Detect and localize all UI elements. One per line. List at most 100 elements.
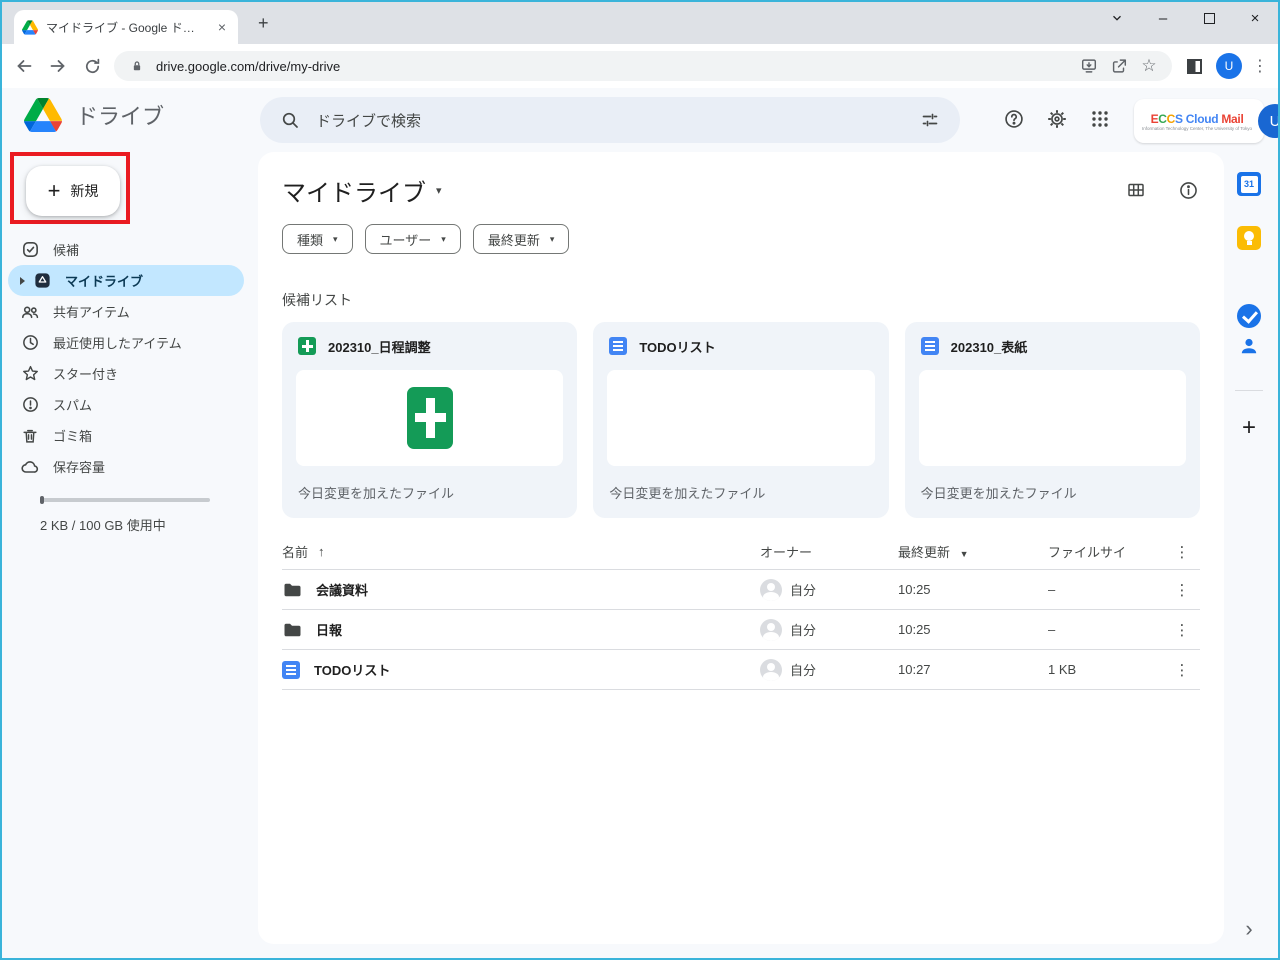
search-input[interactable]: ドライブで検索 [316, 110, 904, 131]
forward-icon[interactable] [46, 54, 70, 78]
browser-tab[interactable]: マイドライブ - Google ドライブ × [14, 10, 238, 44]
url-text: drive.google.com/drive/my-drive [156, 59, 1070, 74]
tasks-icon[interactable] [1237, 304, 1261, 328]
sheets-logo-large [407, 387, 453, 449]
filter-chips: 種類 ▾ ユーザー ▾ 最終更新 ▾ [282, 224, 1200, 254]
sidebar-item-recent[interactable]: 最近使用したアイテム [2, 327, 244, 358]
owner-avatar [760, 579, 782, 601]
sidebar-item-starred[interactable]: スター付き [2, 358, 244, 389]
suggestion-card[interactable]: 202310_表紙 今日変更を加えたファイル [905, 322, 1200, 518]
address-bar[interactable]: drive.google.com/drive/my-drive ☆ [114, 51, 1172, 81]
window-close-button[interactable]: × [1232, 2, 1278, 34]
info-icon[interactable] [1176, 178, 1200, 202]
browser-menu-icon[interactable]: ⋮ [1252, 56, 1268, 76]
lock-icon [126, 55, 148, 77]
drive-search-bar[interactable]: ドライブで検索 [260, 97, 960, 143]
sidebar-item-trash[interactable]: ゴミ箱 [2, 420, 244, 451]
trash-icon [20, 426, 40, 446]
expand-caret-icon[interactable] [20, 277, 25, 285]
sidebar-item-storage[interactable]: 保存容量 [2, 451, 244, 482]
sheets-file-icon [298, 337, 316, 355]
help-icon[interactable] [1002, 107, 1026, 131]
reload-icon[interactable] [80, 54, 104, 78]
filter-chip-type[interactable]: 種類 ▾ [282, 224, 353, 254]
window-maximize-button[interactable] [1186, 2, 1232, 34]
drive-logo-icon [24, 98, 62, 132]
star-icon [20, 364, 40, 384]
collapse-panel-icon[interactable]: › [1245, 920, 1252, 938]
share-icon[interactable] [1108, 55, 1130, 77]
row-more-icon[interactable]: ⋮ [1164, 581, 1200, 599]
new-button[interactable]: + 新規 [26, 166, 120, 216]
keep-icon[interactable] [1237, 226, 1261, 250]
column-owner[interactable]: オーナー [760, 542, 898, 561]
storage-progress-bar [40, 498, 210, 502]
sidebar-item-suggested[interactable]: 候補 [2, 234, 244, 265]
people-icon [20, 302, 40, 322]
sidebar-item-shared[interactable]: 共有アイテム [2, 296, 244, 327]
sidebar-item-spam[interactable]: スパム [2, 389, 244, 420]
owner-avatar [760, 659, 782, 681]
table-header-row: 名前 ↑ オーナー 最終更新 ▼ ファイルサイ ⋮ [282, 534, 1200, 570]
row-more-icon[interactable]: ⋮ [1164, 661, 1200, 679]
install-icon[interactable] [1078, 55, 1100, 77]
header-more-icon[interactable]: ⋮ [1164, 543, 1200, 561]
drive-app-name: ドライブ [76, 99, 164, 131]
tab-close-icon[interactable]: × [214, 19, 230, 35]
file-thumbnail [296, 370, 563, 466]
drive-logo-row[interactable]: ドライブ [24, 98, 164, 132]
suggestion-cards: 202310_日程調整 今日変更を加えたファイル TODOリスト 今日変更を加え… [282, 322, 1200, 518]
file-thumbnail [919, 370, 1186, 466]
get-addons-icon[interactable]: + [1242, 418, 1256, 438]
filter-chip-user[interactable]: ユーザー ▾ [365, 224, 461, 254]
check-square-icon [20, 240, 40, 260]
side-panel-icon[interactable] [1182, 54, 1206, 78]
browser-toolbar: drive.google.com/drive/my-drive ☆ U ⋮ [2, 44, 1278, 88]
plus-icon: + [48, 181, 61, 201]
docs-file-icon [921, 337, 939, 355]
rail-divider [1235, 390, 1263, 391]
bookmark-star-icon[interactable]: ☆ [1138, 55, 1160, 77]
column-size[interactable]: ファイルサイ [1048, 542, 1164, 561]
my-drive-icon [32, 271, 52, 291]
table-row[interactable]: 会議資料 自分 10:25 – ⋮ [282, 570, 1200, 610]
search-options-icon[interactable] [918, 108, 942, 132]
grid-view-icon[interactable] [1124, 178, 1148, 202]
table-row[interactable]: 日報 自分 10:25 – ⋮ [282, 610, 1200, 650]
suggestion-card[interactable]: TODOリスト 今日変更を加えたファイル [593, 322, 888, 518]
sidebar-item-my-drive[interactable]: マイドライブ [8, 265, 244, 296]
workspace-side-rail: 31 + › [1220, 88, 1278, 958]
window-minimize-button[interactable]: – [1140, 2, 1186, 34]
drive-app: ドライブ + 新規 候補 マイドライブ [2, 88, 1278, 958]
column-name[interactable]: 名前 [282, 542, 308, 561]
browser-tab-strip: マイドライブ - Google ドライブ × + – × [2, 2, 1278, 44]
settings-gear-icon[interactable] [1045, 107, 1069, 131]
tab-search-chevron-icon[interactable] [1094, 2, 1140, 34]
suggestion-card[interactable]: 202310_日程調整 今日変更を加えたファイル [282, 322, 577, 518]
annotation-red-box: + 新規 [10, 152, 130, 224]
file-thumbnail [607, 370, 874, 466]
row-more-icon[interactable]: ⋮ [1164, 621, 1200, 639]
folder-icon [282, 580, 302, 600]
main-content-panel: マイドライブ ▾ 種類 ▾ ユーザー ▾ [258, 152, 1224, 944]
browser-profile-avatar[interactable]: U [1216, 53, 1242, 79]
calendar-icon[interactable]: 31 [1237, 172, 1261, 196]
sort-descending-icon: ▼ [960, 549, 969, 559]
table-row[interactable]: TODOリスト 自分 10:27 1 KB ⋮ [282, 650, 1200, 690]
sidebar-nav: 候補 マイドライブ 共有アイテム 最近使用したアイテム [2, 234, 244, 482]
chevron-down-icon: ▾ [333, 234, 338, 245]
sort-ascending-icon[interactable]: ↑ [318, 544, 325, 559]
contacts-icon[interactable] [1237, 334, 1261, 358]
back-icon[interactable] [12, 54, 36, 78]
cloud-icon [20, 457, 40, 477]
apps-grid-icon[interactable] [1088, 107, 1112, 131]
docs-file-icon [609, 337, 627, 355]
docs-file-icon [282, 661, 300, 679]
title-dropdown-icon[interactable]: ▾ [436, 184, 442, 197]
folder-icon [282, 620, 302, 640]
alert-circle-icon [20, 395, 40, 415]
new-tab-button[interactable]: + [258, 15, 269, 31]
filter-chip-modified[interactable]: 最終更新 ▾ [473, 224, 570, 254]
column-modified[interactable]: 最終更新 [898, 545, 950, 560]
storage-progress-thumb [40, 496, 44, 504]
